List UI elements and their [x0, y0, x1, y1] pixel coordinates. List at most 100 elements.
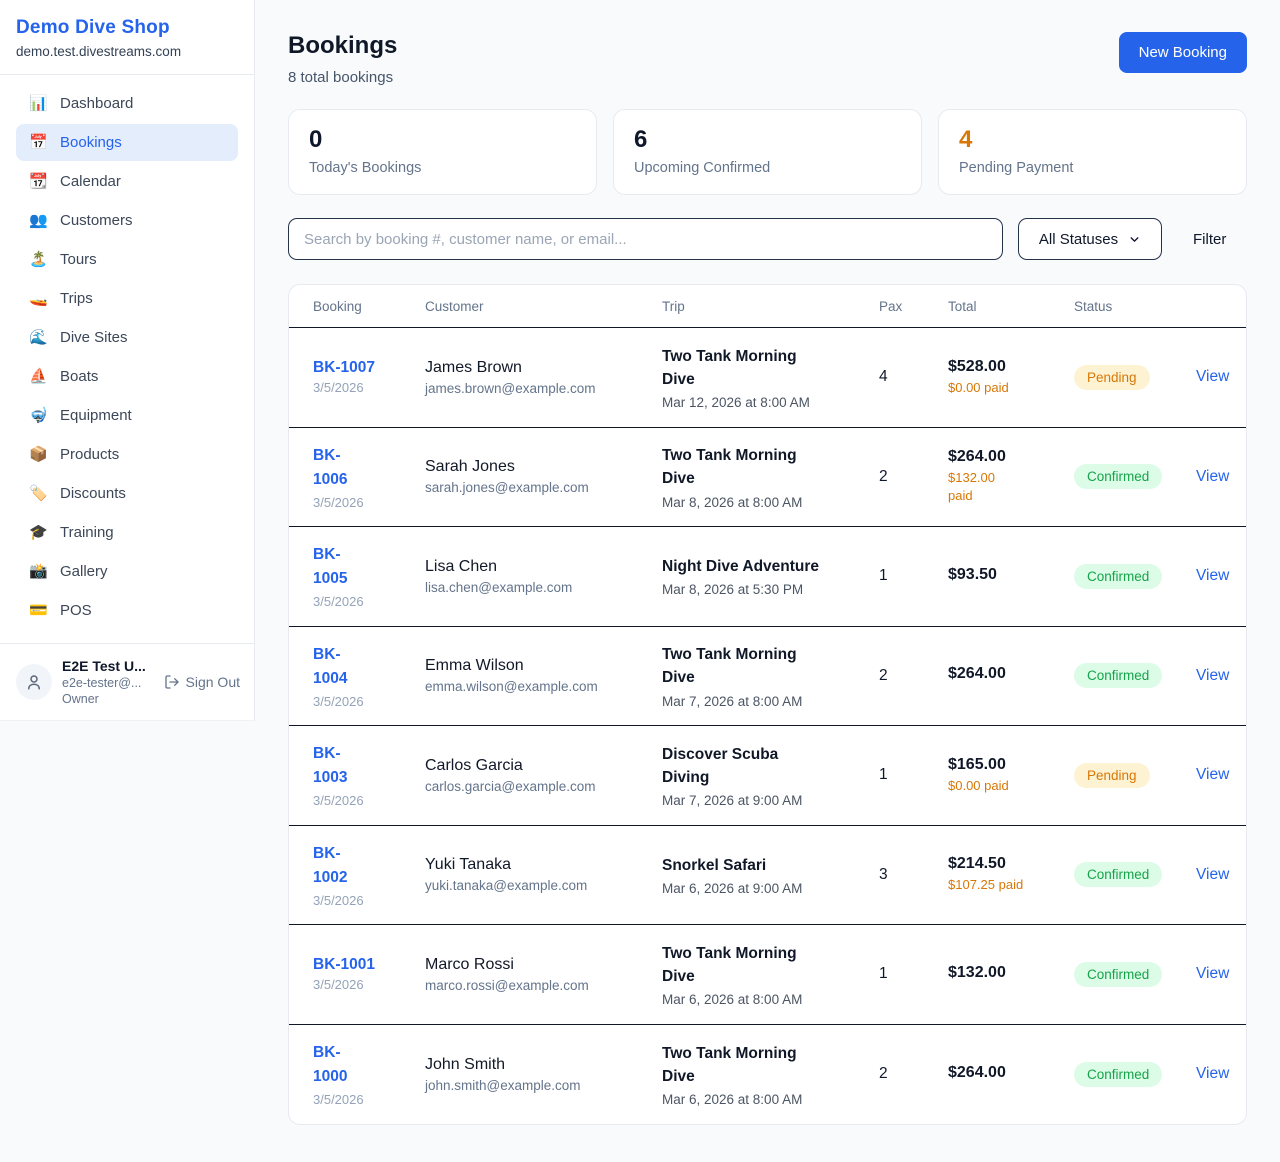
sidebar-item-label: Tours: [60, 251, 97, 268]
sidebar-item-label: POS: [60, 602, 92, 619]
trip-time: Mar 6, 2026 at 9:00 AM: [662, 881, 859, 896]
sidebar-item-trips[interactable]: 🚤 Trips: [16, 280, 238, 317]
booking-date: 3/5/2026: [313, 380, 425, 395]
search-input[interactable]: [288, 218, 1003, 260]
view-link[interactable]: View: [1196, 368, 1229, 385]
calendar-icon: 📆: [29, 174, 47, 189]
booking-cell: BK-1000 3/5/2026: [313, 1041, 425, 1107]
paid-amount: $132.00 paid: [948, 469, 1010, 505]
trip-cell: Discover Scuba Diving Mar 7, 2026 at 9:0…: [662, 743, 879, 809]
customer-name: James Brown: [425, 359, 662, 377]
booking-cell: BK-1001 3/5/2026: [313, 956, 425, 992]
stat-card-todays-bookings: 0 Today's Bookings: [288, 109, 597, 195]
sidebar-item-label: Discounts: [60, 485, 126, 502]
filter-button[interactable]: Filter: [1193, 231, 1226, 248]
customer-cell: Carlos Garcia carlos.garcia@example.com: [425, 757, 662, 794]
total-amount: $165.00: [948, 756, 1074, 774]
view-link[interactable]: View: [1196, 667, 1229, 684]
brand-domain: demo.test.divestreams.com: [16, 44, 238, 59]
graduation-cap-icon: 🎓: [29, 525, 47, 540]
page-header-text: Bookings 8 total bookings: [288, 32, 397, 86]
trip-time: Mar 7, 2026 at 8:00 AM: [662, 694, 859, 709]
sidebar-item-dive-sites[interactable]: 🌊 Dive Sites: [16, 319, 238, 356]
status-cell: Confirmed: [1074, 862, 1196, 887]
filter-row: All Statuses Filter: [288, 218, 1247, 260]
sign-out-button[interactable]: Sign Out: [164, 674, 240, 690]
trip-cell: Two Tank Morning Dive Mar 7, 2026 at 8:0…: [662, 643, 879, 709]
view-link[interactable]: View: [1196, 468, 1229, 485]
booking-number-link[interactable]: BK-1000: [313, 1041, 359, 1089]
trip-cell: Night Dive Adventure Mar 8, 2026 at 5:30…: [662, 555, 879, 597]
person-icon: [25, 673, 43, 691]
table-header-row: Booking Customer Trip Pax Total Status: [289, 285, 1246, 328]
sidebar-item-products[interactable]: 📦 Products: [16, 436, 238, 473]
view-link[interactable]: View: [1196, 567, 1229, 584]
customer-cell: John Smith john.smith@example.com: [425, 1056, 662, 1093]
customer-email: lisa.chen@example.com: [425, 580, 662, 595]
sidebar-item-customers[interactable]: 👥 Customers: [16, 202, 238, 239]
customer-name: Yuki Tanaka: [425, 856, 662, 874]
booking-number-link[interactable]: BK-1003: [313, 742, 359, 790]
sidebar: Demo Dive Shop demo.test.divestreams.com…: [0, 0, 255, 721]
sidebar-item-training[interactable]: 🎓 Training: [16, 514, 238, 551]
total-cell: $93.50: [948, 566, 1074, 587]
trip-time: Mar 8, 2026 at 5:30 PM: [662, 582, 859, 597]
pax-cell: 1: [879, 567, 948, 585]
status-badge: Confirmed: [1074, 862, 1162, 887]
booking-number-link[interactable]: BK-1002: [313, 842, 359, 890]
total-cell: $165.00 $0.00 paid: [948, 756, 1074, 795]
new-booking-button[interactable]: New Booking: [1119, 32, 1247, 73]
customer-name: John Smith: [425, 1056, 662, 1074]
trip-time: Mar 12, 2026 at 8:00 AM: [662, 395, 859, 410]
sidebar-item-gallery[interactable]: 📸 Gallery: [16, 553, 238, 590]
sidebar-item-bookings[interactable]: 📅 Bookings: [16, 124, 238, 161]
total-cell: $264.00: [948, 665, 1074, 686]
sidebar-item-dashboard[interactable]: 📊 Dashboard: [16, 85, 238, 122]
paid-amount: $0.00 paid: [948, 777, 1074, 795]
booking-number-link[interactable]: BK-1007: [313, 359, 375, 377]
table-row: BK-1005 3/5/2026 Lisa Chen lisa.chen@exa…: [289, 527, 1246, 627]
booking-number-link[interactable]: BK-1001: [313, 956, 375, 974]
total-cell: $214.50 $107.25 paid: [948, 855, 1074, 894]
trip-time: Mar 6, 2026 at 8:00 AM: [662, 1092, 859, 1107]
user-name: E2E Test U...: [62, 658, 146, 674]
booking-cell: BK-1003 3/5/2026: [313, 742, 425, 808]
trip-name: Two Tank Morning Dive: [662, 444, 820, 491]
column-header-customer: Customer: [425, 299, 662, 314]
sidebar-item-boats[interactable]: ⛵ Boats: [16, 358, 238, 395]
view-link[interactable]: View: [1196, 1065, 1229, 1082]
calendar-date-icon: 📅: [29, 135, 47, 150]
sidebar-item-tours[interactable]: 🏝️ Tours: [16, 241, 238, 278]
pax-cell: 2: [879, 1065, 948, 1083]
pax-cell: 2: [879, 468, 948, 486]
status-cell: Pending: [1074, 763, 1196, 788]
view-link[interactable]: View: [1196, 866, 1229, 883]
speedboat-icon: 🚤: [29, 291, 47, 306]
sidebar-item-label: Equipment: [60, 407, 132, 424]
trip-name: Two Tank Morning Dive: [662, 1042, 820, 1089]
sidebar-item-discounts[interactable]: 🏷️ Discounts: [16, 475, 238, 512]
sidebar-item-label: Bookings: [60, 134, 122, 151]
view-link[interactable]: View: [1196, 965, 1229, 982]
booking-date: 3/5/2026: [313, 694, 425, 709]
sidebar-item-equipment[interactable]: 🤿 Equipment: [16, 397, 238, 434]
table-row: BK-1007 3/5/2026 James Brown james.brown…: [289, 328, 1246, 428]
status-select[interactable]: All Statuses: [1018, 218, 1162, 260]
sidebar-item-pos[interactable]: 💳 POS: [16, 592, 238, 629]
sidebar-item-calendar[interactable]: 📆 Calendar: [16, 163, 238, 200]
trip-cell: Snorkel Safari Mar 6, 2026 at 9:00 AM: [662, 854, 879, 896]
booking-cell: BK-1004 3/5/2026: [313, 643, 425, 709]
booking-date: 3/5/2026: [313, 594, 425, 609]
booking-number-link[interactable]: BK-1006: [313, 444, 359, 492]
booking-number-link[interactable]: BK-1004: [313, 643, 359, 691]
total-amount: $132.00: [948, 964, 1074, 982]
trip-name: Two Tank Morning Dive: [662, 942, 820, 989]
booking-number-link[interactable]: BK-1005: [313, 543, 359, 591]
total-cell: $264.00: [948, 1064, 1074, 1085]
brand-title: Demo Dive Shop: [16, 17, 238, 39]
view-link[interactable]: View: [1196, 766, 1229, 783]
customer-email: yuki.tanaka@example.com: [425, 878, 662, 893]
customer-cell: Marco Rossi marco.rossi@example.com: [425, 956, 662, 993]
stat-value: 0: [309, 126, 576, 154]
stat-label: Pending Payment: [959, 160, 1226, 176]
